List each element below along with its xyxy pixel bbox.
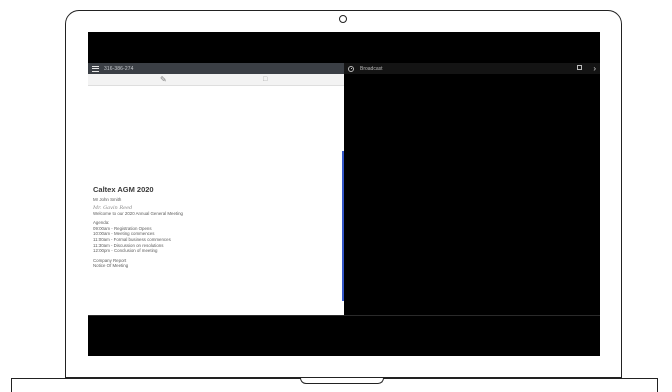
- document-author: Mr John Smith: [93, 197, 122, 202]
- broadcast-panel: Broadcast ›: [344, 63, 600, 315]
- document-title: Caltex AGM 2020: [93, 185, 154, 194]
- fullscreen-icon[interactable]: [577, 65, 582, 70]
- chevron-right-icon[interactable]: ›: [593, 63, 596, 74]
- broadcast-logo-icon: [348, 65, 354, 72]
- hamburger-icon[interactable]: [92, 65, 99, 72]
- document-content: Caltex AGM 2020 Mr John Smith Mr. Gavin …: [93, 185, 333, 269]
- laptop-notch: [300, 378, 384, 384]
- camera-icon: [339, 15, 347, 23]
- broadcast-topbar: Broadcast ›: [344, 63, 600, 74]
- screen-divider: [88, 315, 600, 316]
- notice-of-meeting-link[interactable]: Notice Of Meeting: [93, 263, 333, 269]
- broadcast-label: Broadcast: [360, 65, 383, 72]
- document-panel: 316-386-274 ✎ □ Caltex AGM 2020 Mr John …: [88, 63, 344, 315]
- meeting-id: 316-386-274: [104, 65, 134, 72]
- screen: 316-386-274 ✎ □ Caltex AGM 2020 Mr John …: [88, 32, 600, 356]
- chat-icon[interactable]: □: [263, 75, 267, 84]
- document-toolbar: ✎ □: [88, 74, 344, 86]
- document-topbar: 316-386-274: [88, 63, 344, 74]
- pencil-icon[interactable]: ✎: [160, 75, 167, 84]
